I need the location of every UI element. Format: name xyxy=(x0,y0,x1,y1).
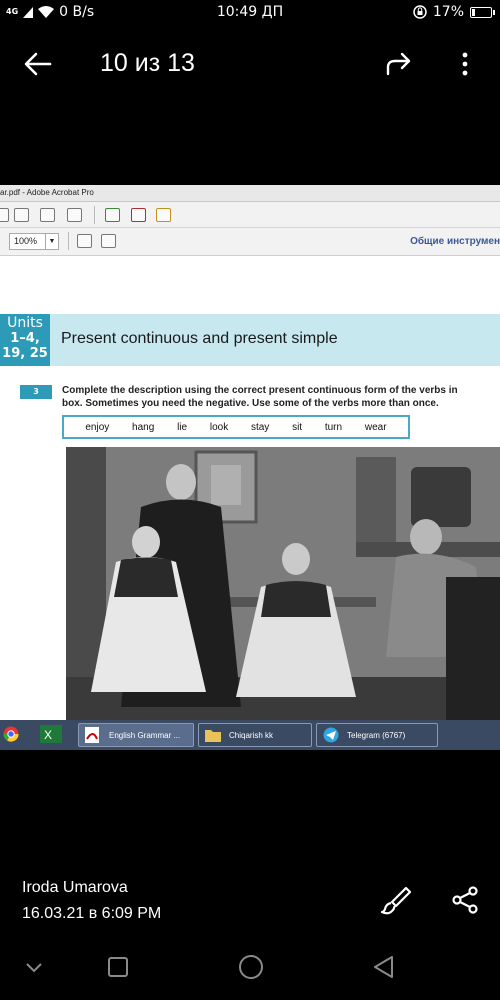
taskbar-item-label: English Grammar ... xyxy=(109,730,181,740)
pdf-page: Units 1–4, 19, 25 Present continuous and… xyxy=(0,257,500,720)
verb: turn xyxy=(324,421,343,433)
share-icon[interactable] xyxy=(450,884,480,916)
zoom-value: 100% xyxy=(14,236,38,246)
windows-taskbar: X English Grammar ... Chiqarish kk Teleg… xyxy=(0,720,500,750)
battery-percent: 17% xyxy=(432,4,464,20)
chrome-icon xyxy=(3,726,19,742)
taskbar-item-folder: Chiqarish kk xyxy=(198,723,312,747)
export-icon xyxy=(156,208,171,222)
tools-link: Общие инструмен xyxy=(410,236,500,247)
author-name: Iroda Umarova xyxy=(22,879,128,896)
units-numbers-line-1: 1–4, xyxy=(10,331,40,346)
print-icon xyxy=(14,208,29,222)
units-numbers-line-2: 19, 25 xyxy=(2,346,48,361)
delete-icon xyxy=(131,208,146,222)
toolbar-divider xyxy=(68,232,69,250)
chevron-down-icon: ▼ xyxy=(45,234,58,249)
exercise-number: 3 xyxy=(20,385,52,399)
email-icon xyxy=(67,208,82,222)
telegram-icon xyxy=(323,727,339,743)
battery-icon xyxy=(470,6,495,18)
status-bar: 4G 0 B/s 10:49 ДП 17% xyxy=(0,0,500,26)
photo: ar.pdf - Adobe Acrobat Pro 100% ▼ Общие … xyxy=(0,185,500,750)
app-bar: 10 из 13 xyxy=(0,34,500,94)
verb-box: enjoy hang lie look stay sit turn wear xyxy=(62,415,410,439)
acrobat-window-title: ar.pdf - Adobe Acrobat Pro xyxy=(0,185,500,202)
hide-nav-chevron-icon[interactable] xyxy=(24,962,44,974)
title-band: Present continuous and present simple xyxy=(50,314,500,366)
verb: enjoy xyxy=(85,421,110,433)
photo-date: 16.03.21 в 6:09 PM xyxy=(22,905,162,922)
taskbar-item-label: Chiqarish kk xyxy=(229,730,274,740)
verb: wear xyxy=(364,421,387,433)
taskbar-item-label: Telegram (6767) xyxy=(347,730,406,740)
family-painting xyxy=(66,447,500,720)
fit-width-icon xyxy=(101,234,116,248)
pdf-icon xyxy=(85,727,99,743)
open-icon xyxy=(0,208,9,222)
more-options-icon[interactable] xyxy=(455,50,475,78)
instructions-line-2: box. Sometimes you need the negative. Us… xyxy=(62,398,439,409)
zoom-select: 100% ▼ xyxy=(9,233,59,250)
system-navigation-bar xyxy=(0,945,500,990)
verb: stay xyxy=(250,421,270,433)
back-arrow-icon[interactable] xyxy=(22,50,54,78)
status-right: 17% xyxy=(413,4,495,20)
units-label: Units xyxy=(7,315,43,331)
instructions-line-1: Complete the description using the corre… xyxy=(62,385,458,396)
rotation-lock-icon xyxy=(413,5,427,19)
home-icon[interactable] xyxy=(238,954,264,980)
create-pdf-icon xyxy=(105,208,120,222)
back-nav-icon[interactable] xyxy=(372,955,396,979)
acrobat-zoom-toolbar: 100% ▼ Общие инструмен xyxy=(0,228,500,256)
units-badge: Units 1–4, 19, 25 xyxy=(0,314,50,366)
edit-doc-icon xyxy=(40,208,55,222)
page-counter: 10 из 13 xyxy=(100,49,195,77)
verb: hang xyxy=(132,421,155,433)
toolbar-divider xyxy=(94,206,95,224)
excel-icon: X xyxy=(40,725,62,743)
verb: lie xyxy=(177,421,188,433)
verb: sit xyxy=(292,421,303,433)
instructions: Complete the description using the corre… xyxy=(62,384,500,410)
verb: look xyxy=(209,421,229,433)
fit-page-icon xyxy=(77,234,92,248)
recent-apps-icon[interactable] xyxy=(108,957,128,977)
forward-share-icon[interactable] xyxy=(384,50,414,78)
taskbar-item-telegram: Telegram (6767) xyxy=(316,723,438,747)
folder-icon xyxy=(205,730,221,742)
unit-title: Present continuous and present simple xyxy=(61,330,338,347)
acrobat-toolbar xyxy=(0,202,500,228)
battery-level xyxy=(472,8,475,16)
svg-text:X: X xyxy=(44,728,52,742)
brush-edit-icon[interactable] xyxy=(380,884,412,916)
taskbar-item-pdf: English Grammar ... xyxy=(78,723,194,747)
